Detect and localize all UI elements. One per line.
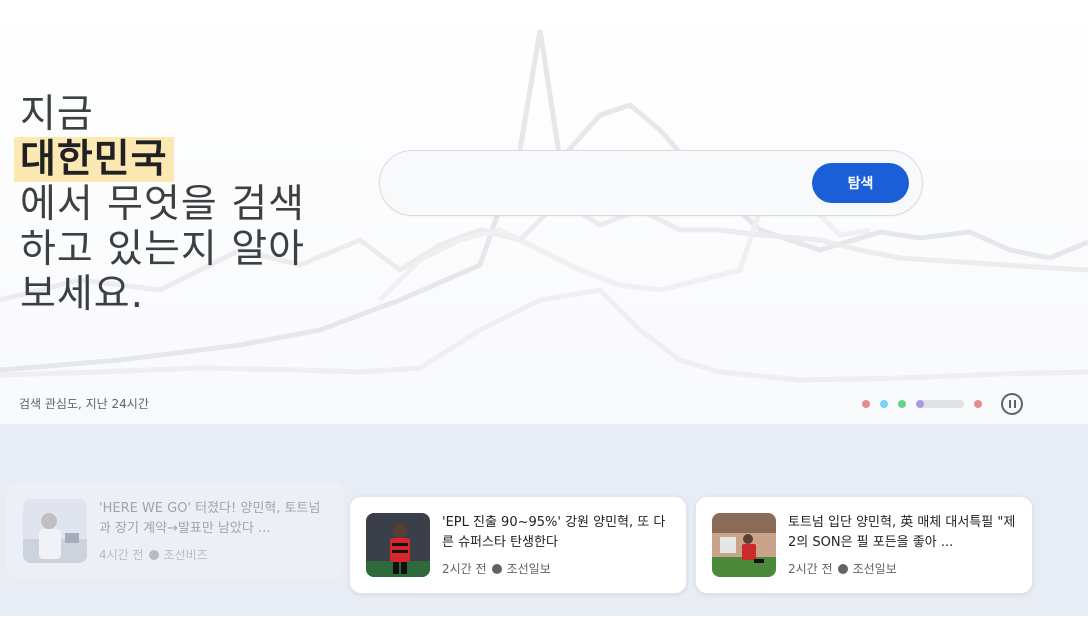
news-title: 토트넘 입단 양민혁, 英 매체 대서특필 "제2의 SON은 필 포든을 좋아… — [788, 515, 1016, 550]
news-meta: 4시간 전 조선비즈 — [99, 546, 208, 563]
source-dot-icon — [491, 563, 502, 574]
source-dot-icon — [837, 563, 848, 574]
search-input[interactable] — [404, 165, 814, 201]
carousel-indicators — [862, 398, 992, 410]
news-thumbnail — [712, 513, 776, 577]
source-dot-icon — [148, 549, 159, 560]
news-card[interactable]: 토트넘 입단 양민혁, 英 매체 대서특필 "제2의 SON은 필 포든을 좋아… — [695, 496, 1033, 594]
news-section: 'HERE WE GO' 터졌다! 양민혁, 토트넘과 장기 계약→발표만 남았… — [0, 424, 1088, 616]
news-title: 'HERE WE GO' 터졌다! 양민혁, 토트넘과 장기 계약→발표만 남았… — [99, 501, 321, 536]
news-meta: 2시간 전 조선일보 — [788, 560, 897, 577]
hero-section: 지금 대한민국 에서 무엇을 검색 하고 있는지 알아 보세요. 탐색 검색 관… — [0, 0, 1088, 424]
interest-caption: 검색 관심도, 지난 24시간 — [19, 397, 149, 411]
news-title: 'EPL 진출 90~95%' 강원 양민혁, 또 다른 슈퍼스타 탄생한다 — [442, 515, 666, 550]
news-source: 조선비즈 — [163, 548, 208, 562]
news-time: 2시간 전 — [788, 562, 833, 576]
news-thumbnail — [23, 499, 87, 563]
news-source: 조선일보 — [506, 562, 551, 576]
bottom-strip — [0, 616, 1088, 628]
headline-line-5: 보세요. — [20, 272, 145, 317]
carousel-dot[interactable] — [898, 400, 906, 408]
carousel-active-indicator[interactable] — [916, 400, 964, 408]
headline-line-1: 지금 — [20, 92, 94, 137]
news-card[interactable]: 'EPL 진출 90~95%' 강원 양민혁, 또 다른 슈퍼스타 탄생한다 2… — [349, 496, 687, 594]
news-meta: 2시간 전 조선일보 — [442, 560, 551, 577]
carousel-dot[interactable] — [862, 400, 870, 408]
news-time: 2시간 전 — [442, 562, 487, 576]
news-time: 4시간 전 — [99, 548, 144, 562]
news-source: 조선일보 — [852, 562, 897, 576]
carousel-dot[interactable] — [880, 400, 888, 408]
hero-headline: 지금 대한민국 에서 무엇을 검색 하고 있는지 알아 보세요. — [14, 92, 305, 317]
news-thumbnail — [366, 513, 430, 577]
headline-line-4: 하고 있는지 알아 — [20, 227, 305, 272]
region-highlight: 대한민국 — [14, 137, 174, 182]
carousel-dot[interactable] — [974, 400, 982, 408]
news-card[interactable]: 'HERE WE GO' 터졌다! 양민혁, 토트넘과 장기 계약→발표만 남았… — [6, 482, 344, 580]
headline-line-3: 에서 무엇을 검색 — [20, 182, 305, 227]
pause-icon[interactable] — [1001, 393, 1023, 415]
search-box: 탐색 — [379, 150, 923, 216]
explore-button[interactable]: 탐색 — [812, 163, 909, 203]
